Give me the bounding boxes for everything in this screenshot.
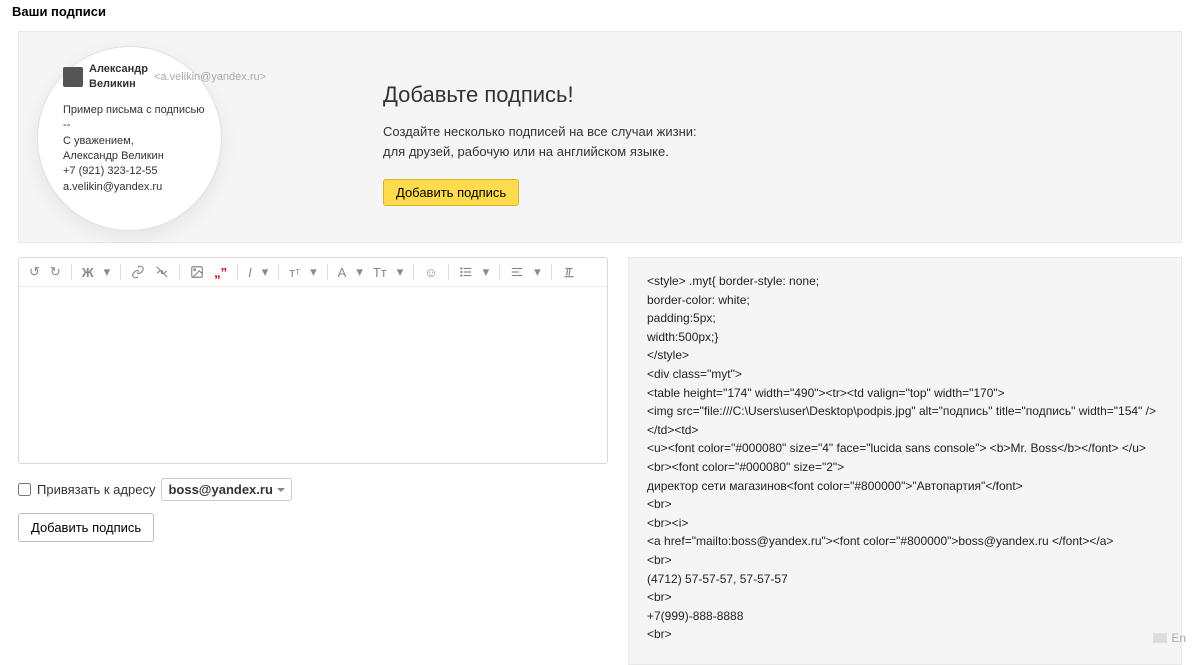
preview-name: Александр Великин xyxy=(89,62,148,93)
code-line: <style> .myt{ border-style: none; xyxy=(647,274,819,288)
code-line: <br> xyxy=(647,497,672,511)
bind-checkbox[interactable] xyxy=(18,483,31,496)
code-line: <br> xyxy=(647,553,672,567)
editor-column: ↺ ↻ Ж ▾ „” I ▾ xyxy=(18,257,608,665)
preview-line: С уважением, xyxy=(63,134,263,149)
intro-panel: Александр Великин <a.velikin@yandex.ru> … xyxy=(18,31,1182,243)
code-line: <br><i> xyxy=(647,516,688,530)
intro-desc-line: Создайте несколько подписей на все случа… xyxy=(383,122,697,142)
image-icon[interactable] xyxy=(186,263,208,281)
intro-desc-line: для друзей, рабочую или на английском яз… xyxy=(383,142,697,162)
code-line: <a href="mailto:boss@yandex.ru"><font co… xyxy=(647,534,1113,548)
code-line: директор сети магазинов<font color="#800… xyxy=(647,479,1023,493)
preview-line: Александр Великин xyxy=(63,149,263,164)
page-title: Ваши подписи xyxy=(0,0,1200,23)
font-size-icon[interactable]: тT xyxy=(285,263,304,282)
bind-address-select[interactable]: boss@yandex.ru xyxy=(161,478,291,501)
code-line: <u><font color="#000080" size="4" face="… xyxy=(647,441,1146,455)
flag-icon xyxy=(1153,633,1167,643)
avatar xyxy=(63,67,83,87)
chevron-down-icon[interactable]: ▾ xyxy=(530,262,545,282)
add-signature-button[interactable]: Добавить подпись xyxy=(383,179,519,206)
list-icon[interactable] xyxy=(455,263,477,281)
preview-email: <a.velikin@yandex.ru> xyxy=(154,70,266,85)
code-line: <br> xyxy=(647,590,672,604)
font-family-icon[interactable]: I xyxy=(244,263,256,282)
code-line: +7(999)-888-8888 xyxy=(647,609,743,623)
code-line: <br><font color="#000080" size="2"> xyxy=(647,460,844,474)
code-line: <div class="myt"> xyxy=(647,367,742,381)
redo-icon[interactable]: ↻ xyxy=(46,262,65,282)
language-label: En xyxy=(1171,631,1186,645)
rich-text-editor: ↺ ↻ Ж ▾ „” I ▾ xyxy=(18,257,608,464)
case-icon[interactable]: Тт xyxy=(369,263,391,282)
preview-sample-title: Пример письма с подписью xyxy=(63,103,263,118)
preview-line: a.velikin@yandex.ru xyxy=(63,180,263,195)
align-icon[interactable] xyxy=(506,263,528,281)
chevron-down-icon[interactable]: ▾ xyxy=(100,262,115,282)
code-line: padding:5px; xyxy=(647,311,716,325)
editor-body[interactable] xyxy=(19,287,607,463)
chevron-down-icon[interactable]: ▾ xyxy=(479,262,494,282)
signature-preview: Александр Великин <a.velikin@yandex.ru> … xyxy=(43,52,243,212)
quote-icon[interactable]: „” xyxy=(210,263,231,282)
bind-label: Привязать к адресу xyxy=(37,482,155,497)
language-switcher[interactable]: En xyxy=(1153,631,1186,645)
chevron-down-icon[interactable]: ▾ xyxy=(393,262,408,282)
preview-divider: -- xyxy=(63,118,263,133)
code-line: <table height="174" width="490"><tr><td … xyxy=(647,386,1005,400)
code-line: border-color: white; xyxy=(647,293,750,307)
code-line: width:500px;} xyxy=(647,330,718,344)
editor-toolbar: ↺ ↻ Ж ▾ „” I ▾ xyxy=(19,258,607,287)
bind-address-row: Привязать к адресу boss@yandex.ru xyxy=(18,478,608,501)
chevron-down-icon[interactable]: ▾ xyxy=(306,262,321,282)
preview-line: +7 (921) 323-12-55 xyxy=(63,164,263,179)
font-color-icon[interactable]: A xyxy=(334,263,351,282)
bold-icon[interactable]: Ж xyxy=(78,263,98,282)
code-line: (4712) 57-57-57, 57-57-57 xyxy=(647,572,788,586)
code-line: <br> xyxy=(647,627,672,641)
chevron-down-icon[interactable]: ▾ xyxy=(352,262,367,282)
intro-description: Создайте несколько подписей на все случа… xyxy=(383,122,697,161)
link-icon[interactable] xyxy=(127,263,149,281)
intro-text: Добавьте подпись! Создайте несколько под… xyxy=(383,52,697,206)
code-line: <img src="file:///C:\Users\user\Desktop\… xyxy=(647,404,1156,418)
clear-format-icon[interactable] xyxy=(558,263,580,281)
unlink-icon[interactable] xyxy=(151,263,173,281)
preview-content: Александр Великин <a.velikin@yandex.ru> … xyxy=(63,62,263,195)
submit-signature-button[interactable]: Добавить подпись xyxy=(18,513,154,542)
chevron-down-icon[interactable]: ▾ xyxy=(258,262,273,282)
code-line: </td><td> xyxy=(647,423,698,437)
emoji-icon[interactable]: ☺ xyxy=(420,263,441,282)
undo-icon[interactable]: ↺ xyxy=(25,262,44,282)
code-panel: <style> .myt{ border-style: none; border… xyxy=(628,257,1182,665)
code-line: </style> xyxy=(647,348,689,362)
intro-heading: Добавьте подпись! xyxy=(383,82,697,108)
